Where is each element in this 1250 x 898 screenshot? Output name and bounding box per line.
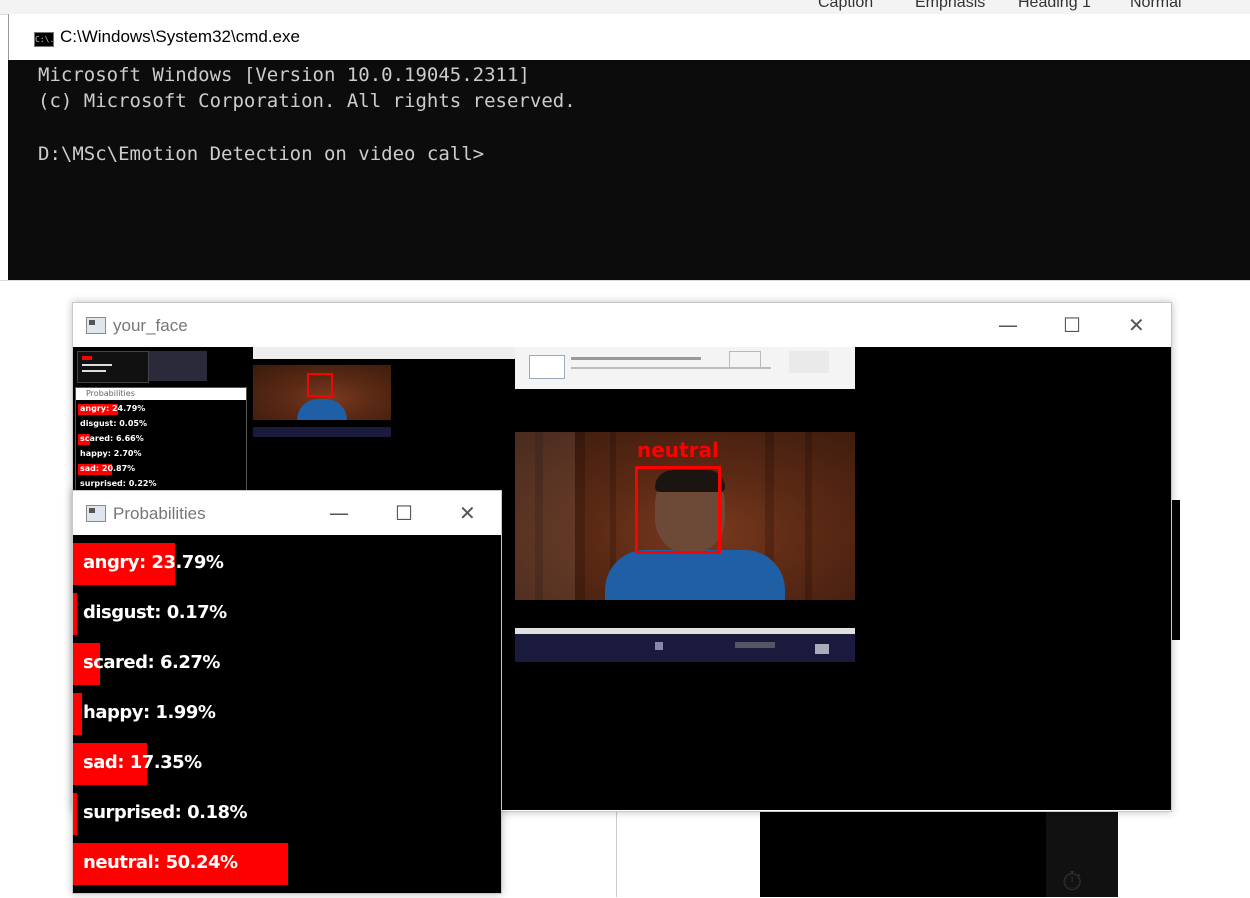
timer-icon: ⏱ (1062, 866, 1083, 896)
mini-prob-label: scared: 6.66% (80, 434, 144, 443)
minimize-button[interactable]: — (329, 501, 349, 525)
mini-prob-label: happy: 2.70% (80, 449, 142, 458)
video-canvas-right (855, 347, 1171, 810)
mini-prob-label: sad: 20.87% (80, 464, 136, 473)
maximize-button[interactable]: ☐ (395, 501, 413, 525)
divider (0, 280, 1250, 281)
console-line: (c) Microsoft Corporation. All rights re… (38, 90, 576, 112)
cmd-console[interactable]: Microsoft Windows [Version 10.0.19045.23… (8, 60, 1250, 280)
mini-prob-window: Probabilities angry: 24.79% disgust: 0.0… (75, 387, 247, 494)
mini-webcam (253, 365, 391, 420)
close-button[interactable]: ✕ (459, 501, 476, 525)
probability-label: happy: 1.99% (83, 702, 216, 723)
style-heading1: Heading 1 (1018, 0, 1091, 11)
background-area: ⏱ (500, 808, 1118, 897)
window-icon (86, 317, 106, 334)
word-ribbon-peek: Caption Emphasis Heading 1 Normal (0, 0, 1250, 15)
maximize-button[interactable]: ☐ (1063, 313, 1081, 337)
console-line: Microsoft Windows [Version 10.0.19045.23… (38, 64, 530, 86)
mini-window (149, 351, 207, 381)
style-normal: Normal (1130, 0, 1182, 11)
captured-ribbon (515, 347, 855, 389)
mini-prob-label: disgust: 0.05% (80, 419, 147, 428)
webcam-feed: neutral (515, 432, 855, 600)
window-title: your_face (113, 316, 188, 335)
divider (616, 808, 617, 897)
mini-prob-label: angry: 24.79% (80, 404, 146, 413)
window-title: Probabilities (113, 504, 206, 523)
minimize-button[interactable]: — (998, 313, 1018, 337)
background-panel (760, 808, 1046, 897)
probability-bar (73, 593, 77, 635)
style-emphasis: Emphasis (915, 0, 986, 11)
captured-taskbar (515, 634, 855, 662)
probability-bar (73, 793, 77, 835)
probability-label: disgust: 0.17% (83, 602, 227, 623)
cmd-icon: C:\. (34, 32, 54, 47)
recursive-capture: Probabilities angry: 24.79% disgust: 0.0… (73, 347, 515, 494)
emotion-label: neutral (637, 438, 719, 462)
probability-label: surprised: 0.18% (83, 802, 248, 823)
style-caption: Caption (818, 0, 874, 11)
console-prompt: D:\MSc\Emotion Detection on video call> (38, 143, 485, 165)
probability-label: neutral: 50.24% (83, 852, 238, 873)
probabilities-canvas: angry: 23.79% disgust: 0.17% scared: 6.27%… (73, 535, 501, 893)
close-button[interactable]: ✕ (1128, 313, 1145, 337)
probability-label: scared: 6.27% (83, 652, 220, 673)
probability-label: angry: 23.79% (83, 552, 224, 573)
mini-prob-title: Probabilities (86, 389, 135, 398)
probabilities-window[interactable]: Probabilities — ☐ ✕ angry: 23.79% disgust… (72, 490, 502, 894)
mini-prob-label: surprised: 0.22% (80, 479, 157, 488)
mini-taskbar (253, 427, 391, 437)
probability-bar (73, 693, 82, 735)
mini-console (77, 351, 149, 383)
probability-label: sad: 17.35% (83, 752, 202, 773)
cmd-window-title: C:\Windows\System32\cmd.exe (60, 27, 300, 46)
window-icon (86, 505, 106, 522)
face-detection-box (635, 466, 721, 554)
mini-ribbon (253, 347, 515, 359)
person (605, 550, 785, 600)
